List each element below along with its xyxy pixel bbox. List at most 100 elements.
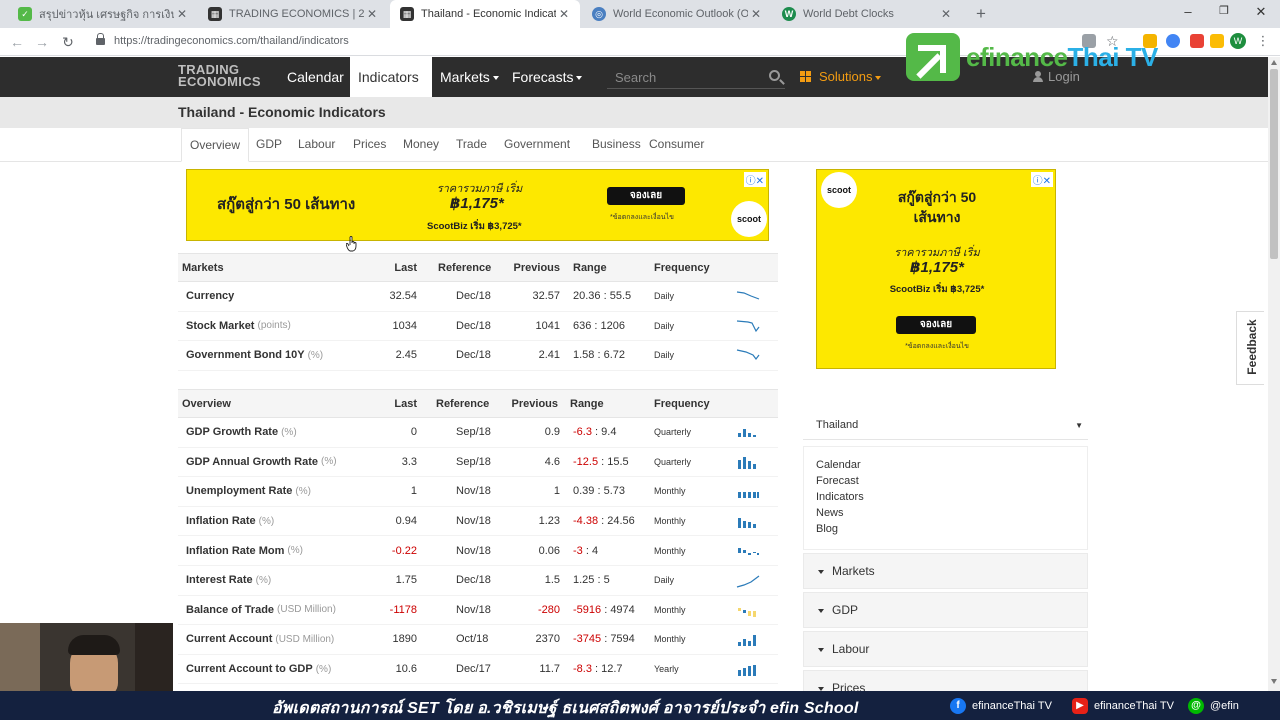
- col-header-reference[interactable]: Reference: [436, 390, 489, 417]
- table-row-inflation-rate[interactable]: Inflation Rate (%) 0.94 Nov/18 1.23 -4.38 : 2…: [178, 507, 778, 537]
- col-header-last[interactable]: Last: [394, 390, 417, 417]
- sparkline-chart-icon[interactable]: [736, 424, 760, 442]
- accordion-gdp[interactable]: GDP: [803, 592, 1088, 628]
- col-header-range[interactable]: Range: [573, 254, 607, 281]
- close-icon[interactable]: ✕: [364, 7, 380, 21]
- page-scrollbar[interactable]: [1268, 57, 1280, 691]
- indicator-name-text[interactable]: Stock Market: [186, 320, 254, 332]
- col-header-range[interactable]: Range: [570, 390, 604, 417]
- indicator-name[interactable]: GDP Annual Growth Rate (%): [186, 448, 337, 477]
- tab-consumer[interactable]: Consumer: [641, 128, 712, 162]
- indicator-name-text[interactable]: Currency: [186, 290, 234, 302]
- link-blog[interactable]: Blog: [816, 523, 1087, 539]
- back-arrow-icon[interactable]: ←: [8, 33, 26, 51]
- col-header-frequency[interactable]: Frequency: [654, 254, 710, 281]
- trading-economics-logo[interactable]: TRADING ECONOMICS: [178, 63, 261, 88]
- solutions-menu[interactable]: Solutions: [800, 57, 882, 97]
- table-row-unemployment-rate[interactable]: Unemployment Rate (%) 1 Nov/18 1 0.39 : 5.73 M…: [178, 477, 778, 507]
- sparkline-chart-icon[interactable]: [736, 542, 760, 560]
- indicator-name[interactable]: Current Account to GDP (%): [186, 655, 331, 684]
- close-icon[interactable]: ✕: [556, 7, 572, 21]
- url-field[interactable]: https://tradingeconomics.com/thailand/in…: [114, 35, 349, 47]
- indicator-name[interactable]: GDP Growth Rate (%): [186, 418, 297, 447]
- indicator-name[interactable]: Government Bond 10Y (%): [186, 341, 323, 370]
- indicator-name-text[interactable]: Interest Rate: [186, 574, 253, 586]
- table-row-stock-market[interactable]: Stock Market (points) 1034 Dec/18 1041 636 : …: [178, 312, 778, 342]
- indicator-name[interactable]: Currency: [186, 282, 237, 311]
- scroll-up-arrow-icon[interactable]: [1271, 60, 1277, 65]
- indicator-name[interactable]: Unemployment Rate (%): [186, 477, 311, 506]
- table-row-inflation-rate-mom[interactable]: Inflation Rate Mom (%) -0.22 Nov/18 0.06 -3 :…: [178, 536, 778, 566]
- new-tab-plus-icon[interactable]: +: [972, 4, 990, 24]
- link-calendar[interactable]: Calendar: [816, 459, 1087, 475]
- indicator-name[interactable]: Balance of Trade (USD Million): [186, 596, 336, 625]
- tab-government[interactable]: Government: [496, 128, 578, 162]
- indicator-name[interactable]: Inflation Rate Mom (%): [186, 536, 303, 565]
- browser-tab-trading-economics[interactable]: ▦ TRADING ECONOMICS | 20 millio ✕: [198, 0, 388, 28]
- search-icon[interactable]: [769, 70, 780, 81]
- tab-business[interactable]: Business: [584, 128, 649, 162]
- sparkline-chart-icon[interactable]: [736, 454, 760, 472]
- book-now-button[interactable]: จองเลย: [607, 187, 685, 205]
- tab-money[interactable]: Money: [395, 128, 447, 162]
- indicator-name-text[interactable]: Inflation Rate: [186, 515, 256, 527]
- col-header-previous[interactable]: Previous: [512, 390, 558, 417]
- sparkline-chart-icon[interactable]: [736, 347, 760, 365]
- col-header-reference[interactable]: Reference: [438, 254, 491, 281]
- col-header-name[interactable]: Overview: [182, 390, 231, 417]
- close-icon[interactable]: ✕: [748, 7, 764, 21]
- nav-markets[interactable]: Markets: [432, 57, 507, 97]
- indicator-name-text[interactable]: GDP Growth Rate: [186, 426, 278, 438]
- tab-gdp[interactable]: GDP: [248, 128, 290, 162]
- country-select[interactable]: Thailand ▼: [803, 414, 1088, 440]
- browser-tab-efinance[interactable]: ✓ สรุปข่าวหุ้น เศรษฐกิจ การเงิน ✕: [8, 0, 198, 28]
- indicator-name-text[interactable]: Current Account to GDP: [186, 663, 313, 675]
- sparkline-chart-icon[interactable]: [736, 318, 760, 336]
- close-icon[interactable]: ✕: [938, 7, 954, 21]
- browser-tab-imf[interactable]: ◎ World Economic Outlook (Octob ✕: [582, 0, 772, 28]
- nav-forecasts[interactable]: Forecasts: [504, 57, 590, 97]
- col-header-previous[interactable]: Previous: [514, 254, 560, 281]
- extension-icon[interactable]: [1210, 34, 1224, 48]
- col-header-name[interactable]: Markets: [182, 254, 224, 281]
- link-news[interactable]: News: [816, 507, 1087, 523]
- table-row-balance-of-trade[interactable]: Balance of Trade (USD Million) -1178 Nov/18…: [178, 596, 778, 626]
- link-forecast[interactable]: Forecast: [816, 475, 1087, 491]
- table-row-current-account-to-gdp[interactable]: Current Account to GDP (%) 10.6 Dec/17 11.7-…: [178, 655, 778, 685]
- scroll-down-arrow-icon[interactable]: [1271, 679, 1277, 684]
- indicator-name[interactable]: Stock Market (points): [186, 312, 291, 341]
- scrollbar-thumb[interactable]: [1270, 69, 1278, 259]
- forward-arrow-icon[interactable]: →: [33, 33, 51, 51]
- tab-trade[interactable]: Trade: [448, 128, 495, 162]
- menu-kebab-icon[interactable]: ⋮: [1256, 34, 1270, 48]
- tab-labour[interactable]: Labour: [290, 128, 343, 162]
- indicator-name-text[interactable]: Government Bond 10Y: [186, 349, 305, 361]
- indicator-name-text[interactable]: Current Account: [186, 633, 272, 645]
- table-row-gdp-growth-rate[interactable]: GDP Growth Rate (%) 0 Sep/18 0.9 -6.3 : 9.4 Qu…: [178, 418, 778, 448]
- extension-icon[interactable]: [1190, 34, 1204, 48]
- table-row-current-account[interactable]: Current Account (USD Million) 1890 Oct/18 23…: [178, 625, 778, 655]
- link-indicators[interactable]: Indicators: [816, 491, 1087, 507]
- sparkline-chart-icon[interactable]: [736, 661, 760, 679]
- scoot-banner-ad[interactable]: ⓘ✕ สกู๊ตสู่กว่า 50 เส้นทาง ราคารวมภาษี เ…: [186, 169, 769, 241]
- table-row-currency[interactable]: Currency 32.54 Dec/18 32.57 20.36 : 55.5 Dail…: [178, 282, 778, 312]
- table-row-gdp-annual-growth-rate[interactable]: GDP Annual Growth Rate (%) 3.3 Sep/18 4.6 -12…: [178, 448, 778, 478]
- accordion-labour[interactable]: Labour: [803, 631, 1088, 667]
- window-close-icon[interactable]: ✕: [1251, 4, 1271, 20]
- ad-choices-close-icon[interactable]: ⓘ✕: [743, 172, 766, 187]
- minimize-icon[interactable]: –: [1178, 4, 1198, 19]
- sparkline-chart-icon[interactable]: [736, 288, 760, 306]
- search-input[interactable]: [607, 67, 785, 89]
- nav-indicators[interactable]: Indicators: [350, 57, 432, 121]
- col-header-last[interactable]: Last: [394, 254, 417, 281]
- table-row-government-bond-10y[interactable]: Government Bond 10Y (%) 2.45 Dec/18 2.41 1.58…: [178, 341, 778, 371]
- sparkline-chart-icon[interactable]: [736, 572, 760, 590]
- table-row-interest-rate[interactable]: Interest Rate (%) 1.75 Dec/18 1.5 1.25 : 5 Dai…: [178, 566, 778, 596]
- sparkline-chart-icon[interactable]: [736, 513, 760, 531]
- profile-avatar-icon[interactable]: W: [1230, 33, 1246, 49]
- indicator-name-text[interactable]: Inflation Rate Mom: [186, 545, 284, 557]
- feedback-tab[interactable]: Feedback: [1236, 311, 1264, 385]
- indicator-name[interactable]: Inflation Rate (%): [186, 507, 274, 536]
- tab-overview[interactable]: Overview: [181, 128, 250, 162]
- indicator-name[interactable]: Interest Rate (%): [186, 566, 271, 595]
